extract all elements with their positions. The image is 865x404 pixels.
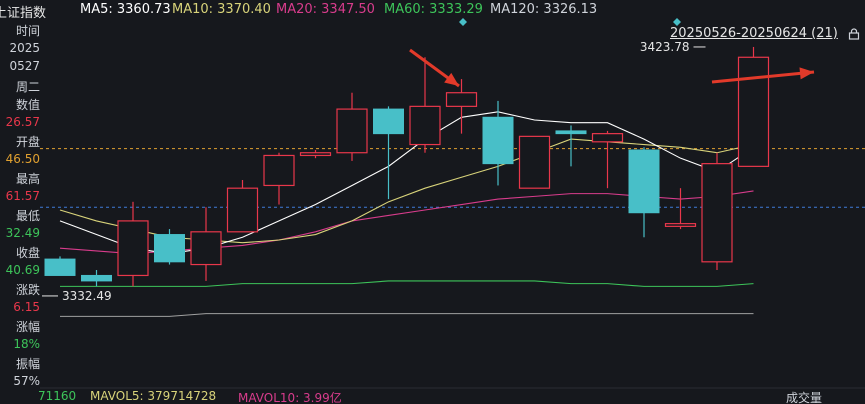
sidebar-row: 时间 <box>15 24 40 38</box>
candle-body <box>336 108 368 154</box>
annotation-arrowhead <box>444 72 459 86</box>
mavol10-value: MAVOL10: 3.99亿 <box>238 391 342 404</box>
candle-body <box>445 92 478 107</box>
sidebar-row: 涨幅 <box>15 320 40 334</box>
candle-body <box>482 116 514 165</box>
info-sidebar: 时间 2025 0527 周二数值 26.57 开盘 46.50 最高 61.57 最低 32.49… <box>0 20 40 404</box>
sidebar-row: 收盘 <box>15 246 40 260</box>
ma20-value: MA20: 3347.50 <box>276 2 375 17</box>
lock-icon[interactable] <box>848 28 860 40</box>
candle-body <box>664 223 697 227</box>
sidebar-row: 18% <box>13 336 40 351</box>
sidebar-row: 周二 <box>15 79 40 94</box>
candle-body <box>555 130 587 135</box>
sidebar-row: 最低 <box>15 209 40 223</box>
ma5-value: MA5: 3360.73 <box>80 2 171 17</box>
candle-body <box>701 163 733 263</box>
sidebar-row: 最高 <box>15 172 40 186</box>
sidebar-row: 2025 <box>9 40 40 55</box>
candle-body <box>373 108 404 135</box>
sidebar-row: 振幅 <box>15 357 40 371</box>
candle-body <box>409 105 441 146</box>
candle-body <box>737 56 770 167</box>
candle-body <box>190 231 222 266</box>
candle-body <box>226 187 259 233</box>
candle-body <box>263 154 295 187</box>
sidebar-row: 0527 <box>9 59 40 73</box>
kline-chart-panel: 3423.78 3332.49 上证指数 MA5: 3360.73 MA10: 3… <box>0 0 865 404</box>
ma60-line <box>60 280 754 287</box>
sidebar-row: 40.69 <box>5 262 40 277</box>
sidebar-row: 涨跌 <box>15 283 40 297</box>
sidebar-row: 数值 <box>15 98 40 112</box>
candle-body <box>154 234 185 263</box>
sidebar-row: 46.50 <box>5 151 40 166</box>
ma120-value: MA120: 3326.13 <box>490 2 598 17</box>
ma10-value: MA10: 3370.40 <box>172 2 271 17</box>
sidebar-row: 57% <box>13 373 40 388</box>
low-price-label: 3332.49 <box>62 289 112 303</box>
vol-value: 71160 <box>38 389 77 403</box>
sidebar-row: 6.15 <box>13 299 40 314</box>
kline-chart[interactable]: 3423.78 3332.49 <box>0 0 865 404</box>
volume-tab[interactable]: 成交量 <box>786 389 822 404</box>
index-title: 上证指数 <box>0 6 47 21</box>
sidebar-row: 32.49 <box>5 225 40 240</box>
candle-body <box>518 135 551 189</box>
date-range-label[interactable]: 20250526-20250624 (21) <box>670 26 838 41</box>
volume-legend-bar: 71160 MAVOL5: 379714728 MAVOL10: 3.99亿 <box>0 388 865 404</box>
candle-body <box>591 133 624 143</box>
candle-body <box>81 274 112 282</box>
candle-body <box>299 152 332 157</box>
candle-body <box>117 220 149 277</box>
mavol5-value: MAVOL5: 379714728 <box>90 389 217 403</box>
candle-body <box>44 258 76 276</box>
ma-legend-bar: 上证指数 MA5: 3360.73 MA10: 3370.40 MA20: 33… <box>0 0 865 21</box>
sidebar-row: 26.57 <box>5 114 40 129</box>
sidebar-row: 61.57 <box>5 188 40 203</box>
high-price-label: 3423.78 <box>640 40 690 54</box>
ma60-value: MA60: 3333.29 <box>384 2 483 17</box>
sidebar-row: 开盘 <box>15 135 40 149</box>
ma120-line <box>60 313 754 317</box>
candle-body <box>628 149 660 214</box>
